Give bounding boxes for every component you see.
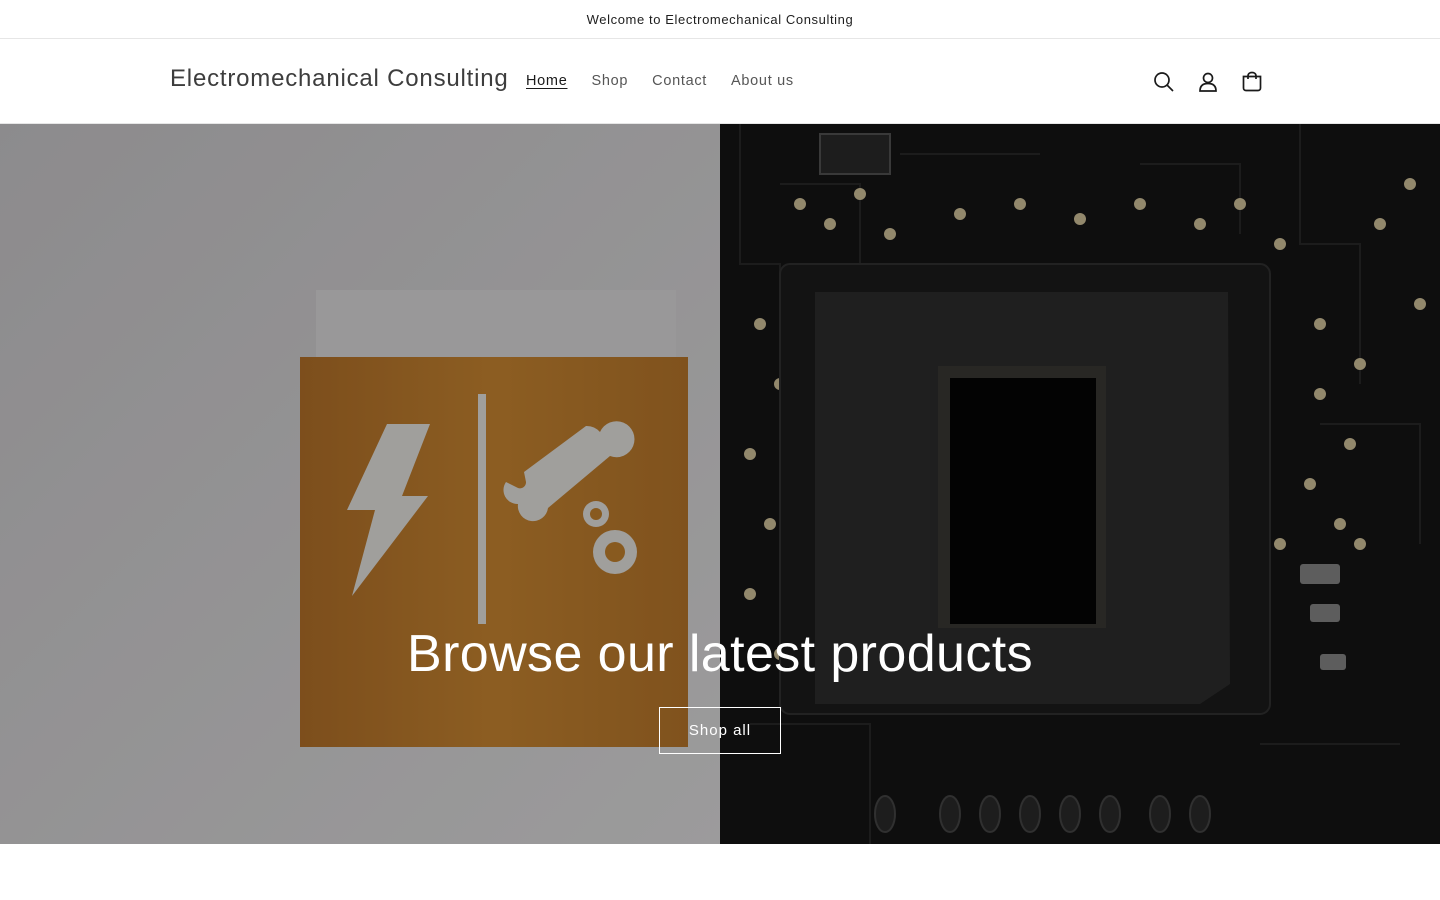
nav-about-us[interactable]: About us <box>719 69 806 93</box>
account-icon[interactable] <box>1186 60 1230 104</box>
header-icons <box>1142 60 1274 104</box>
nav-home[interactable]: Home <box>514 69 579 93</box>
site-logo[interactable]: Electromechanical Consulting <box>170 65 509 93</box>
nav-shop[interactable]: Shop <box>579 69 640 93</box>
announcement-bar: Welcome to Electromechanical Consulting <box>0 0 1440 39</box>
hero-content: Browse our latest products Shop all <box>0 622 1440 754</box>
main-nav: Home Shop Contact About us <box>514 69 806 93</box>
hero-title: Browse our latest products <box>406 625 1034 683</box>
hero-banner: Browse our latest products Shop all <box>0 124 1440 844</box>
site-header: Electromechanical Consulting Home Shop C… <box>0 39 1440 124</box>
search-icon[interactable] <box>1142 60 1186 104</box>
cart-icon[interactable] <box>1230 60 1274 104</box>
nav-contact[interactable]: Contact <box>640 69 719 93</box>
shop-all-button[interactable]: Shop all <box>659 707 781 754</box>
announcement-text: Welcome to Electromechanical Consulting <box>586 11 854 27</box>
